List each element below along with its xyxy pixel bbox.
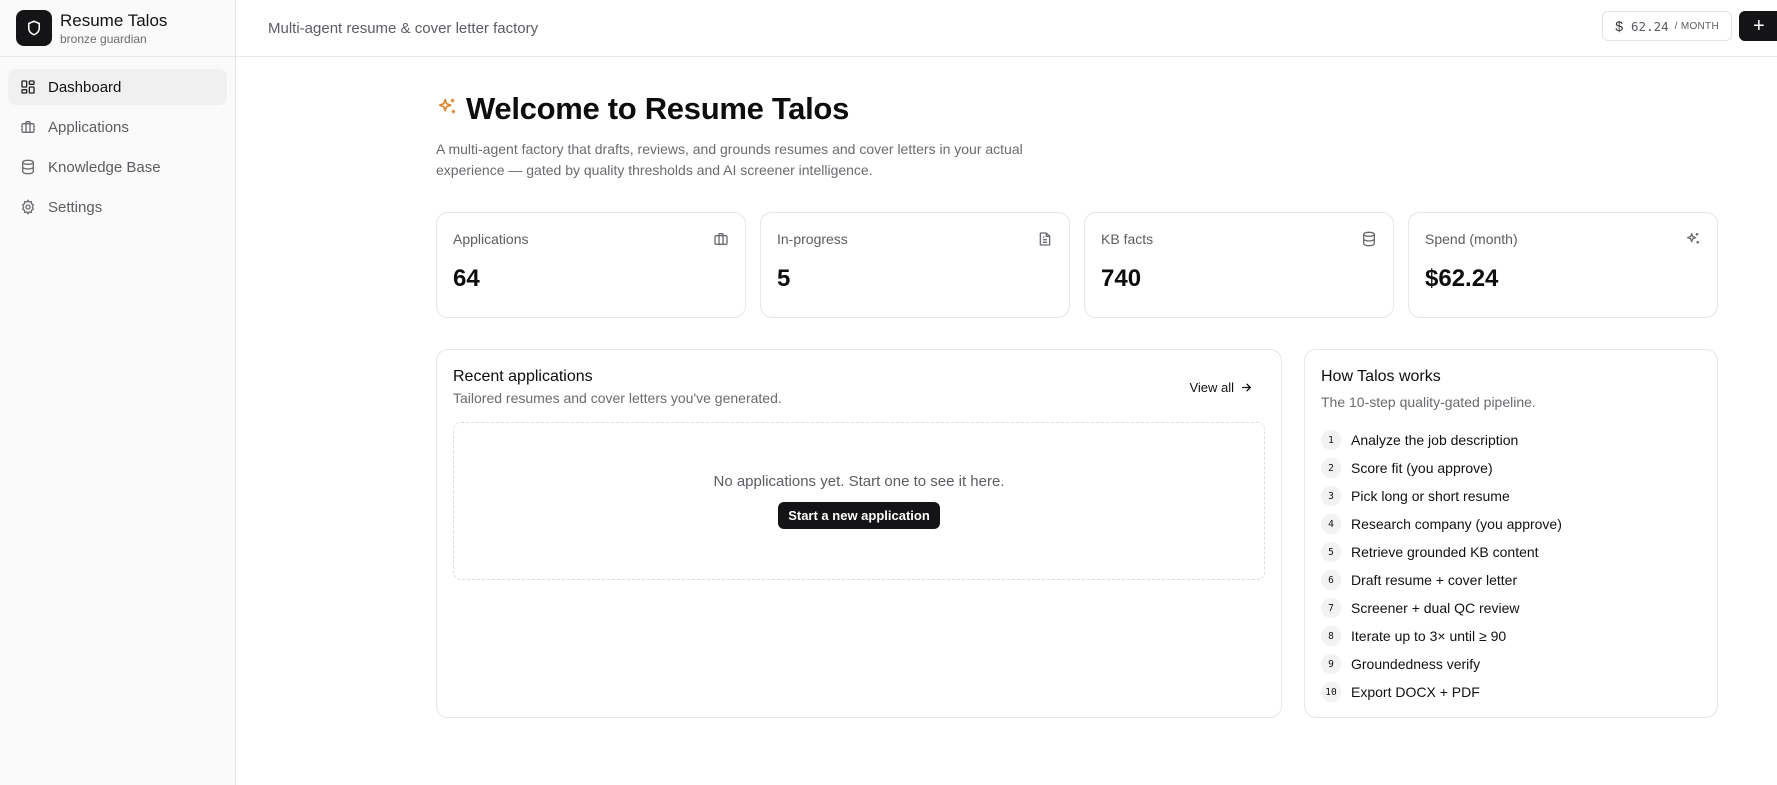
step-number: 1	[1321, 430, 1341, 450]
step-number: 8	[1321, 626, 1341, 646]
pipeline-step: 4 Research company (you approve)	[1321, 510, 1701, 538]
database-icon	[20, 159, 36, 175]
sidebar-item-knowledge-base[interactable]: Knowledge Base	[8, 149, 227, 185]
pipeline-step: 10 Export DOCX + PDF	[1321, 678, 1701, 706]
sidebar-nav: Dashboard Applications Knowledge Base Se…	[0, 57, 235, 241]
gear-icon	[20, 199, 36, 215]
pipeline-step: 1 Analyze the job description	[1321, 426, 1701, 454]
card-title: Recent applications	[453, 368, 593, 385]
pipeline-step: 3 Pick long or short resume	[1321, 482, 1701, 510]
brand[interactable]: Resume Talos bronze guardian	[0, 0, 235, 57]
step-text: Groundedness verify	[1351, 656, 1481, 672]
stat-card-applications: Applications 64	[436, 212, 746, 318]
step-number: 6	[1321, 570, 1341, 590]
sidebar-item-label: Settings	[48, 198, 103, 216]
plus-icon: +	[1753, 14, 1765, 37]
recent-applications-card: Recent applications Tailored resumes and…	[436, 349, 1282, 718]
stat-card-in-progress: In-progress 5	[760, 212, 1070, 318]
stat-value: $62.24	[1425, 265, 1499, 292]
dollar-icon: $	[1615, 18, 1624, 34]
sparkles-icon	[1685, 231, 1701, 247]
sidebar-item-applications[interactable]: Applications	[8, 109, 227, 145]
stat-value: 64	[453, 265, 480, 292]
step-number: 10	[1321, 682, 1341, 702]
sparkles-icon	[436, 96, 458, 123]
dashboard-icon	[20, 79, 36, 95]
spend-indicator[interactable]: $ 62.24 / MONTH	[1602, 11, 1732, 41]
arrow-right-icon	[1242, 383, 1251, 392]
step-number: 7	[1321, 598, 1341, 618]
view-all-link[interactable]: View all	[1189, 380, 1253, 395]
step-text: Pick long or short resume	[1351, 488, 1510, 504]
stat-label: Spend (month)	[1425, 231, 1518, 247]
pipeline-step: 6 Draft resume + cover letter	[1321, 566, 1701, 594]
shield-logo-icon	[16, 10, 52, 46]
add-button[interactable]: +	[1739, 11, 1777, 41]
welcome-header: Welcome to Resume Talos	[436, 91, 1718, 127]
stats-row: Applications 64 In-progress 5 KB facts 7…	[436, 212, 1718, 318]
start-application-button[interactable]: Start a new application	[778, 502, 940, 529]
document-icon	[1037, 231, 1053, 247]
sidebar-item-label: Knowledge Base	[48, 158, 161, 176]
database-icon	[1361, 231, 1377, 247]
briefcase-icon	[713, 231, 729, 247]
step-text: Draft resume + cover letter	[1351, 572, 1518, 588]
app-name: Resume Talos	[60, 10, 168, 30]
empty-state: No applications yet. Start one to see it…	[453, 422, 1265, 580]
stat-label: Applications	[453, 231, 529, 247]
step-number: 3	[1321, 486, 1341, 506]
stat-card-kb-facts: KB facts 740	[1084, 212, 1394, 318]
step-text: Iterate up to 3× until ≥ 90	[1351, 628, 1507, 644]
card-subtitle: The 10-step quality-gated pipeline.	[1321, 394, 1536, 410]
pipeline-step: 2 Score fit (you approve)	[1321, 454, 1701, 482]
step-number: 4	[1321, 514, 1341, 534]
main-content: Welcome to Resume Talos A multi-agent fa…	[436, 57, 1718, 718]
sidebar: Resume Talos bronze guardian Dashboard A…	[0, 0, 236, 785]
page-title: Welcome to Resume Talos	[466, 91, 850, 126]
step-text: Export DOCX + PDF	[1351, 684, 1480, 700]
stat-value: 5	[777, 265, 791, 292]
empty-state-text: No applications yet. Start one to see it…	[713, 473, 1005, 490]
step-text: Screener + dual QC review	[1351, 600, 1520, 616]
stat-label: KB facts	[1101, 231, 1154, 247]
topbar: Multi-agent resume & cover letter factor…	[236, 0, 1777, 57]
pipeline-steps: 1 Analyze the job description 2 Score fit …	[1321, 426, 1701, 706]
sidebar-item-label: Dashboard	[48, 78, 122, 96]
stat-label: In-progress	[777, 231, 848, 247]
step-text: Retrieve grounded KB content	[1351, 544, 1539, 560]
step-number: 2	[1321, 458, 1341, 478]
step-text: Analyze the job description	[1351, 432, 1519, 448]
step-text: Score fit (you approve)	[1351, 460, 1493, 476]
stat-card-spend: Spend (month) $62.24	[1408, 212, 1718, 318]
pipeline-step: 9 Groundedness verify	[1321, 650, 1701, 678]
card-title: How Talos works	[1321, 368, 1441, 385]
view-all-label: View all	[1189, 380, 1234, 395]
pipeline-step: 5 Retrieve grounded KB content	[1321, 538, 1701, 566]
content-row: Recent applications Tailored resumes and…	[436, 349, 1718, 718]
page-description: A multi-agent factory that drafts, revie…	[436, 141, 1023, 178]
stat-value: 740	[1101, 265, 1142, 292]
card-subtitle: Tailored resumes and cover letters you'v…	[453, 390, 782, 406]
pipeline-step: 8 Iterate up to 3× until ≥ 90	[1321, 622, 1701, 650]
step-number: 5	[1321, 542, 1341, 562]
how-it-works-card: How Talos works The 10-step quality-gate…	[1304, 349, 1718, 718]
topbar-title: Multi-agent resume & cover letter factor…	[268, 19, 539, 37]
sidebar-item-dashboard[interactable]: Dashboard	[8, 69, 227, 105]
briefcase-icon	[20, 119, 36, 135]
step-text: Research company (you approve)	[1351, 516, 1562, 532]
step-number: 9	[1321, 654, 1341, 674]
spend-value: 62.24	[1631, 18, 1669, 34]
spend-unit: / MONTH	[1674, 20, 1719, 32]
pipeline-step: 7 Screener + dual QC review	[1321, 594, 1701, 622]
sidebar-item-label: Applications	[48, 118, 129, 136]
app-subtitle: bronze guardian	[60, 31, 147, 46]
sidebar-item-settings[interactable]: Settings	[8, 189, 227, 225]
